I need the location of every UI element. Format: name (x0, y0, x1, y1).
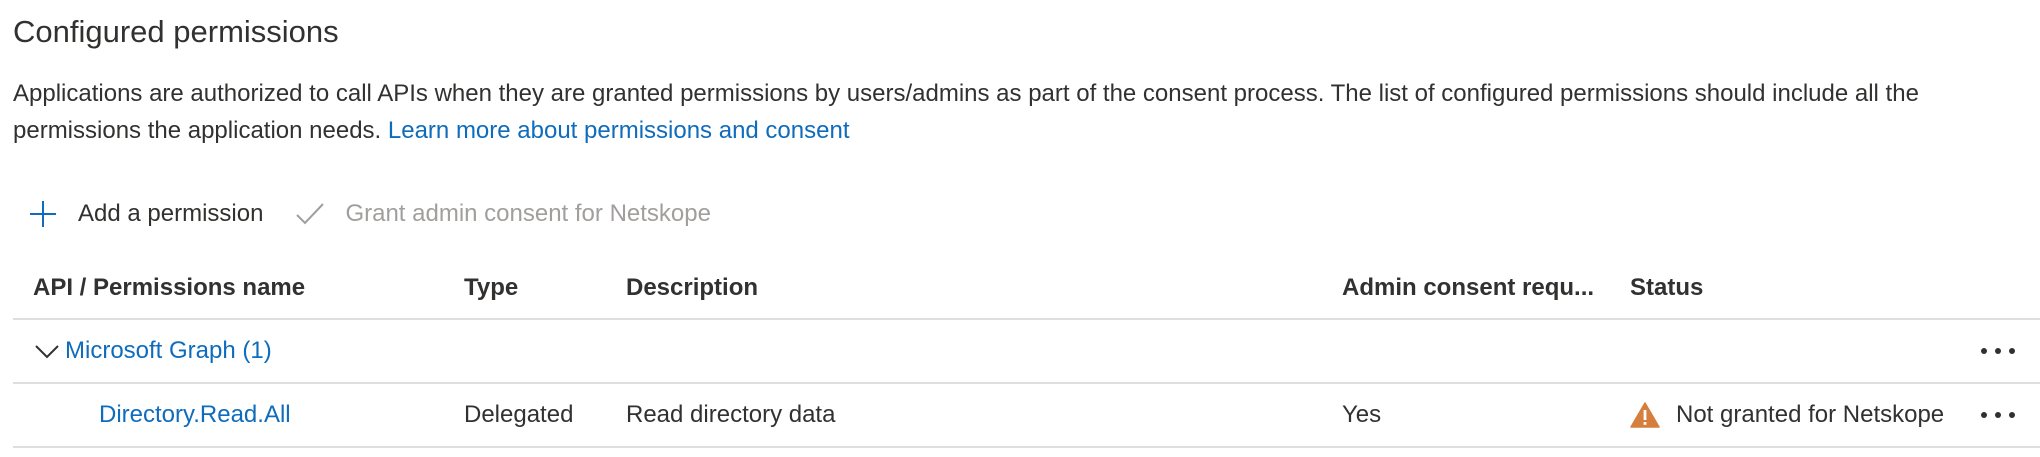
group-more-actions (1976, 320, 2020, 382)
grant-admin-consent-label: Grant admin consent for Netskope (345, 200, 711, 227)
learn-more-link[interactable]: Learn more about permissions and consent (388, 117, 850, 144)
page-title: Configured permissions (13, 14, 339, 49)
add-permission-label: Add a permission (78, 200, 264, 227)
group-toggle[interactable]: Microsoft Graph (1) (33, 320, 272, 382)
grant-admin-consent-button[interactable]: Grant admin consent for Netskope (293, 197, 711, 231)
description-body: Applications are authorized to call APIs… (13, 80, 1919, 144)
table-header-row: API / Permissions name Type Description … (13, 258, 2040, 320)
chevron-down-icon[interactable] (33, 337, 61, 365)
permission-name[interactable]: Directory.Read.All (99, 401, 291, 429)
status-text: Not granted for Netskope (1676, 401, 1945, 428)
permission-name-link[interactable]: Directory.Read.All (99, 384, 291, 446)
add-permission-button[interactable]: Add a permission (26, 197, 263, 231)
permissions-table: API / Permissions name Type Description … (13, 258, 2040, 448)
more-options-icon[interactable] (1976, 335, 2020, 367)
permission-type: Delegated (464, 401, 574, 428)
description-text: Applications are authorized to call APIs… (13, 75, 2033, 149)
status-cell: Not granted for Netskope (1630, 384, 1944, 446)
column-header-admin-consent[interactable]: Admin consent requ... (1342, 258, 1594, 318)
row-more-actions (1976, 384, 2020, 446)
command-bar: Add a permission Grant admin consent for… (26, 192, 711, 236)
configured-permissions-panel: Configured permissions Applications are … (0, 0, 2040, 457)
column-header-type[interactable]: Type (464, 258, 518, 318)
checkmark-icon (293, 197, 327, 231)
column-header-description[interactable]: Description (626, 258, 758, 318)
admin-consent-required: Yes (1342, 401, 1382, 428)
group-row-microsoft-graph: Microsoft Graph (1) (13, 320, 2040, 384)
group-name-link[interactable]: Microsoft Graph (1) (65, 337, 272, 365)
warning-icon (1630, 400, 1660, 430)
table-row: Directory.Read.All Delegated Read direct… (13, 384, 2040, 448)
permission-description: Read directory data (626, 401, 836, 428)
more-options-icon[interactable] (1976, 399, 2020, 431)
plus-icon (26, 197, 60, 231)
column-header-api[interactable]: API / Permissions name (33, 258, 305, 318)
column-header-status[interactable]: Status (1630, 258, 1703, 318)
